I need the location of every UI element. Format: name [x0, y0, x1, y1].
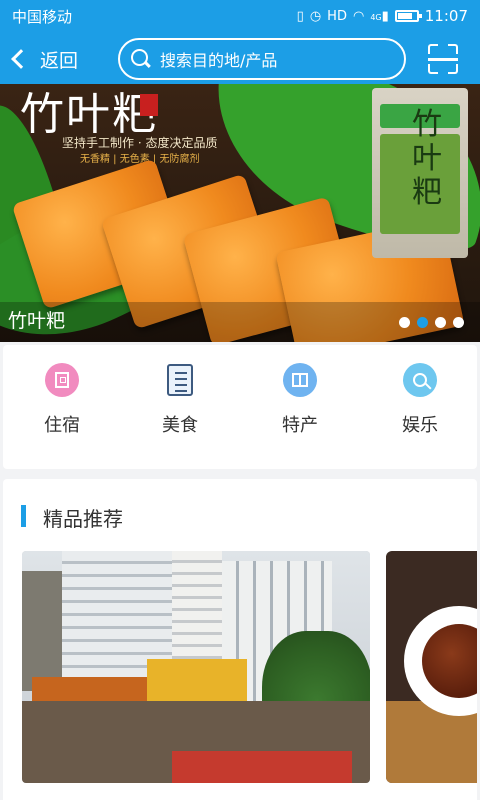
search-placeholder: 搜索目的地/产品 — [160, 51, 278, 70]
featured-card-food[interactable] — [386, 551, 477, 783]
clock-label: 11:07 — [424, 7, 468, 25]
carousel-indicator — [399, 317, 464, 328]
search-input[interactable]: 搜索目的地/产品 — [118, 38, 406, 80]
chevron-left-icon — [11, 49, 31, 69]
carousel-dot-active[interactable] — [417, 317, 428, 328]
status-icons: ▯ ◷ HD ◠ 4G▮ 11:07 — [297, 7, 468, 25]
category-grid: 住宿 美食 特产 娱乐 — [3, 345, 477, 469]
menu-book-icon — [163, 363, 197, 397]
category-food[interactable]: 美食 — [140, 363, 220, 437]
category-label: 娱乐 — [402, 415, 438, 436]
banner-brand-subtitle: 坚持手工制作 · 态度决定品质 — [62, 136, 218, 150]
category-lodging[interactable]: 住宿 — [22, 363, 102, 437]
nav-bar: 返回 搜索目的地/产品 — [0, 36, 480, 82]
back-label: 返回 — [40, 49, 79, 72]
featured-card-hotel[interactable] — [22, 551, 370, 783]
promo-banner[interactable]: 竹叶粑 坚持手工制作 · 态度决定品质 无香精 | 无色素 | 无防腐剂 竹叶粑… — [0, 84, 480, 342]
wifi-icon: ◠ — [352, 8, 365, 24]
alarm-icon: ◷ — [309, 8, 322, 24]
section-accent-bar — [21, 505, 26, 527]
scan-icon — [428, 58, 458, 61]
category-label: 特产 — [282, 415, 318, 436]
back-button[interactable]: 返回 — [11, 46, 79, 73]
featured-section: 精品推荐 — [3, 479, 477, 800]
hd-icon: HD — [327, 8, 347, 24]
category-label: 美食 — [162, 415, 198, 436]
scan-button[interactable] — [428, 44, 458, 74]
seal-stamp — [140, 94, 158, 116]
battery-icon — [394, 10, 422, 22]
carrier-label: 中国移动 — [12, 7, 73, 26]
vibrate-icon: ▯ — [296, 8, 304, 24]
category-entertainment[interactable]: 娱乐 — [380, 363, 460, 437]
section-title: 精品推荐 — [43, 507, 123, 531]
signal-icon: 4G▮ — [370, 8, 389, 24]
category-label: 住宿 — [44, 415, 80, 436]
carousel-dot[interactable] — [435, 317, 446, 328]
hotel-icon — [45, 363, 79, 397]
status-bar: 中国移动 ▯ ◷ HD ◠ 4G▮ 11:07 — [0, 0, 480, 32]
package-label: 竹叶粑 — [412, 107, 442, 210]
carousel-dot[interactable] — [399, 317, 410, 328]
app-header: 中国移动 ▯ ◷ HD ◠ 4G▮ 11:07 返回 搜索目的地/产品 — [0, 0, 480, 84]
gift-icon — [283, 363, 317, 397]
carousel-dot[interactable] — [453, 317, 464, 328]
product-package: 竹叶粑 — [372, 88, 468, 258]
network-type: 4G — [370, 12, 382, 22]
category-specialty[interactable]: 特产 — [260, 363, 340, 437]
banner-caption: 竹叶粑 — [8, 310, 66, 332]
search-icon — [130, 48, 152, 70]
microphone-icon — [403, 363, 437, 397]
